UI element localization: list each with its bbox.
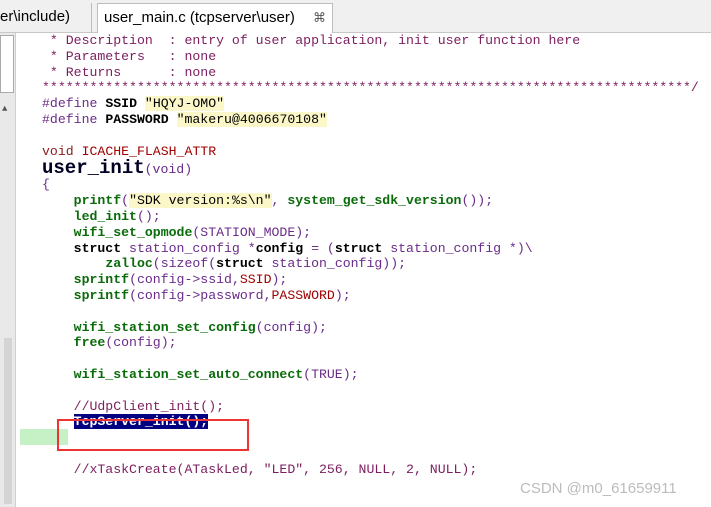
function-call: system_get_sdk_version [287, 193, 462, 209]
function-call: wifi_station_set_config [73, 319, 256, 335]
macro-name: SSID [239, 272, 272, 288]
punctuation: ()); [461, 193, 494, 209]
open-brace-line: { [42, 177, 50, 193]
punctuation: (config); [255, 319, 327, 335]
string-literal: "makeru@4006670108" [176, 111, 327, 127]
code-line: //UdpClient_init(); [42, 399, 711, 415]
macro-name: PASSWORD [105, 111, 169, 127]
function-call: zalloc [105, 256, 153, 272]
scroll-up-arrow-icon[interactable]: ▲ [2, 104, 7, 114]
function-params: (void) [144, 162, 193, 178]
string-literal: "HQYJ-OMO" [144, 96, 225, 112]
tab-label: user_main.c (tcpserver\user) [104, 9, 295, 26]
keyword: struct [216, 256, 264, 272]
left-panel-scrollbar[interactable] [4, 338, 12, 504]
function-call: wifi_set_opmode [73, 224, 193, 240]
function-call: sprintf [73, 287, 130, 303]
punctuation: (TRUE); [303, 366, 359, 382]
close-tab-icon[interactable]: ⌘ [313, 4, 326, 32]
tab-label: er\include) [0, 8, 71, 25]
comment-line: * Returns : none [42, 64, 217, 80]
return-type: void [42, 143, 74, 159]
function-call: sprintf [73, 272, 130, 288]
code-text: (config->ssid, [129, 272, 240, 288]
punctuation: (); [136, 208, 161, 224]
comment-line: * Parameters : none [42, 48, 217, 64]
function-call: wifi_station_set_auto_connect [73, 366, 304, 382]
code-text: (sizeof( [152, 256, 217, 272]
punctuation: ); [334, 287, 351, 303]
editor-tab-bar: er\include) user_main.c (tcpserver\user)… [0, 0, 711, 33]
comment: //UdpClient_init(); [73, 398, 225, 414]
code-line: sprintf(config->password,PASSWORD); [42, 288, 711, 304]
function-name: user_init [42, 157, 145, 180]
code-line: free(config); [42, 335, 711, 351]
left-panel-input[interactable] [0, 35, 14, 93]
punctuation: ); [271, 272, 288, 288]
define-ssid-line: #define SSID "HQYJ-OMO" [42, 96, 711, 112]
tab-include[interactable]: er\include) [0, 3, 92, 33]
code-line: //xTaskCreate(ATaskLed, "LED", 256, NULL… [42, 462, 711, 478]
code-text: station_config *)\ [382, 240, 533, 256]
function-attribute: ICACHE_FLASH_ATTR [81, 143, 217, 159]
variable: config [255, 240, 304, 256]
punctuation: , [271, 193, 288, 209]
comment-border-line: ****************************************… [42, 80, 699, 96]
code-text: station_config * [121, 240, 256, 256]
code-text: station_config)); [263, 256, 407, 272]
punctuation: (config); [105, 335, 177, 351]
function-call: printf [73, 193, 122, 209]
preprocessor-keyword: #define [42, 96, 98, 112]
code-text: (config->password, [129, 287, 272, 303]
function-call: free [73, 335, 106, 351]
highlight-box [57, 419, 249, 451]
punctuation: (STATION_MODE); [192, 224, 312, 240]
code-line: wifi_set_opmode(STATION_MODE); [42, 225, 711, 241]
comment: //xTaskCreate(ATaskLed, "LED", 256, NULL… [73, 461, 478, 477]
code-line: led_init(); [42, 209, 711, 225]
preprocessor-keyword: #define [42, 111, 98, 127]
code-text: = ( [303, 240, 335, 256]
code-line: wifi_station_set_config(config); [42, 320, 711, 336]
watermark: CSDN @m0_61659911 [520, 480, 677, 497]
code-line: zalloc(sizeof(struct station_config)); [42, 256, 711, 272]
macro-name: SSID [105, 96, 137, 112]
code-line: wifi_station_set_auto_connect(TRUE); [42, 367, 711, 383]
punctuation: ( [121, 193, 130, 209]
define-password-line: #define PASSWORD "makeru@4006670108" [42, 111, 711, 128]
code-line: printf("SDK version:%s\n", system_get_sd… [42, 193, 711, 209]
function-name-line: user_init(void) [42, 157, 711, 180]
code-editor[interactable]: * Description : entry of user applicatio… [42, 33, 711, 478]
comment-line: * Description : entry of user applicatio… [42, 33, 581, 48]
tab-user-main[interactable]: user_main.c (tcpserver\user) ⌘ [97, 3, 333, 33]
string-literal: "SDK version:%s\n" [129, 193, 272, 209]
function-call: led_init [73, 208, 137, 224]
code-line: struct station_config *config = (struct … [42, 241, 711, 257]
keyword: struct [334, 240, 383, 256]
macro-name: PASSWORD [271, 287, 335, 303]
code-line: sprintf(config->ssid,SSID); [42, 272, 711, 288]
keyword: struct [73, 240, 122, 256]
